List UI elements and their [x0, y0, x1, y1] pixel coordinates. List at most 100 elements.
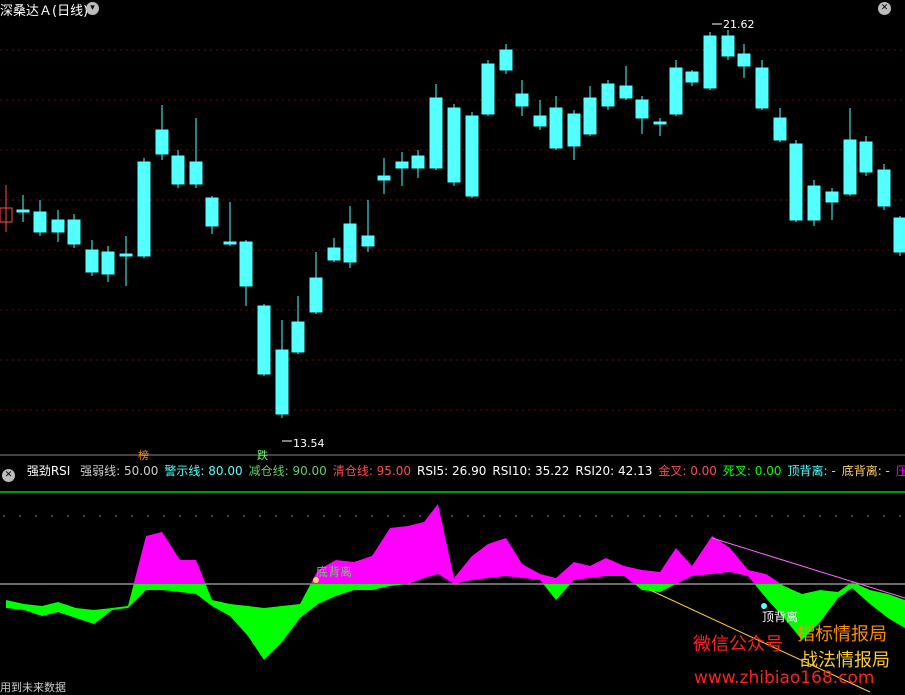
dot-line: [835, 515, 837, 517]
candle: [583, 86, 597, 136]
dot-line: [787, 515, 789, 517]
candle-body: [137, 161, 151, 257]
candle-body: [291, 321, 305, 353]
watermark-brand-1: 指标情报局: [797, 624, 887, 645]
dot-line: [195, 515, 197, 517]
dot-line: [211, 515, 213, 517]
indicator-value-6: RSI20: 42.13: [575, 464, 653, 478]
dot-line: [19, 515, 21, 517]
candle: [411, 150, 425, 178]
dot-line: [771, 515, 773, 517]
rsi-indicator-area: [6, 504, 905, 693]
candle-body: [155, 129, 169, 155]
candle-body: [119, 253, 133, 257]
indicator-value-7: 金叉: 0.00: [658, 464, 717, 478]
candle: [361, 200, 375, 252]
candle: [755, 60, 769, 110]
dot-line: [691, 515, 693, 517]
footer-note: 用到未来数据: [0, 681, 66, 694]
candle-body: [703, 35, 717, 89]
dot-line: [707, 515, 709, 517]
candle-body: [843, 139, 857, 195]
candle-body: [773, 117, 787, 141]
candle: [171, 150, 185, 188]
candle-body: [171, 155, 185, 185]
candle: [137, 158, 151, 258]
candle-body: [327, 247, 341, 261]
candle-body: [583, 97, 597, 135]
candle: [429, 84, 443, 170]
dot-line: [131, 515, 133, 517]
candle: [51, 210, 65, 242]
indicator-value-11: 压力线: 4: [895, 464, 905, 478]
dot-line: [611, 515, 613, 517]
chevron-down-icon[interactable]: ▾: [86, 2, 99, 15]
candle-body: [16, 209, 30, 213]
indicator-value-4: RSI5: 26.90: [417, 464, 487, 478]
candle: [465, 112, 479, 198]
dot-line: [595, 515, 597, 517]
candle-body: [361, 235, 375, 247]
dot-line: [115, 515, 117, 517]
candle-body: [205, 197, 219, 227]
candle: [567, 110, 581, 160]
candle-body: [653, 121, 667, 125]
candle: [499, 44, 513, 74]
candle-body: [309, 277, 323, 313]
candle: [275, 320, 289, 418]
candle-body: [685, 71, 699, 83]
candle-body: [33, 211, 47, 233]
dot-line: [627, 515, 629, 517]
candle: [843, 108, 857, 196]
close-icon[interactable]: ✕: [2, 469, 15, 482]
candle: [721, 30, 735, 60]
candle: [737, 44, 751, 78]
candle-body: [377, 175, 391, 181]
candle: [239, 240, 253, 306]
candle-body: [85, 249, 99, 273]
dot-line: [179, 515, 181, 517]
candle-body: [619, 85, 633, 99]
dot-line: [35, 515, 37, 517]
candle: [685, 70, 699, 86]
watermark-url: www.zhibiao168.com: [694, 668, 875, 688]
candle: [619, 66, 633, 100]
candle: [291, 296, 305, 354]
candle-body: [447, 107, 461, 183]
top-divergence-label: 顶背离: [762, 610, 799, 624]
dot-line: [83, 515, 85, 517]
candle: [825, 188, 839, 220]
candle-body: [737, 53, 751, 67]
candle: [395, 152, 409, 186]
dot-line: [419, 515, 421, 517]
dot-line: [499, 515, 501, 517]
dot-line: [755, 515, 757, 517]
candle: [223, 202, 237, 246]
candle: [893, 216, 905, 256]
signal-top-marker: 榜: [138, 449, 149, 462]
dot-line: [3, 515, 5, 517]
candle: [101, 246, 115, 282]
candle: [309, 252, 323, 314]
candle-body: [533, 115, 547, 127]
candle-body: [859, 141, 873, 173]
dot-line: [547, 515, 549, 517]
dot-line: [243, 515, 245, 517]
indicator-value-10: 底背离: -: [841, 464, 890, 478]
dot-line: [355, 515, 357, 517]
dot-line: [147, 515, 149, 517]
dot-line: [659, 515, 661, 517]
low-price-label: 13.54: [293, 437, 325, 450]
candle-body: [343, 223, 357, 263]
candle-body: [807, 185, 821, 221]
dot-line: [451, 515, 453, 517]
candle: [669, 60, 683, 116]
candle: [33, 200, 47, 236]
candle-body: [515, 93, 529, 107]
dot-line: [515, 515, 517, 517]
dot-line: [307, 515, 309, 517]
indicator-value-1: 警示线: 80.00: [164, 464, 243, 478]
candle-body: [481, 63, 495, 115]
close-icon[interactable]: ✕: [878, 2, 891, 15]
candle-body: [601, 83, 615, 107]
